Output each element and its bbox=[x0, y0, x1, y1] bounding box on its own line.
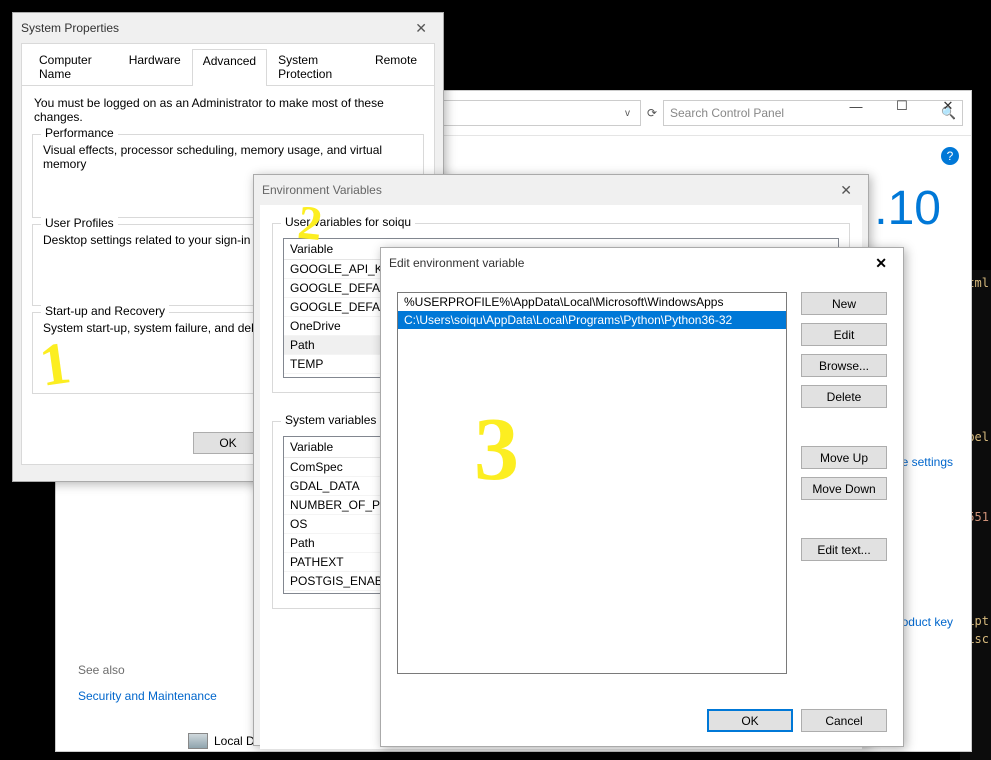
change-settings-link[interactable]: e settings bbox=[902, 455, 953, 469]
close-button[interactable]: ✕ bbox=[925, 91, 971, 121]
close-icon[interactable]: ✕ bbox=[867, 253, 895, 274]
local-disk-item[interactable]: Local Di bbox=[188, 733, 257, 749]
product-key-link[interactable]: oduct key bbox=[902, 615, 953, 629]
help-icon[interactable]: ? bbox=[941, 147, 959, 165]
new-button[interactable]: New bbox=[801, 292, 887, 315]
edit-text-button[interactable]: Edit text... bbox=[801, 538, 887, 561]
minimize-button[interactable]: — bbox=[833, 91, 879, 121]
sysprops-title: System Properties bbox=[21, 21, 119, 35]
tab-system-protection[interactable]: System Protection bbox=[267, 48, 364, 85]
edit-env-var-dialog: Edit environment variable ✕ %USERPROFILE… bbox=[380, 247, 904, 747]
list-item[interactable]: %USERPROFILE%\AppData\Local\Microsoft\Wi… bbox=[398, 293, 786, 311]
cancel-button[interactable]: Cancel bbox=[801, 709, 887, 732]
move-up-button[interactable]: Move Up bbox=[801, 446, 887, 469]
editvar-buttons: New Edit Browse... Delete Move Up Move D… bbox=[801, 292, 887, 674]
editvar-footer: OK Cancel bbox=[707, 709, 887, 732]
security-maintenance-link[interactable]: Security and Maintenance bbox=[78, 689, 217, 703]
user-vars-title: User variables for soiqu bbox=[281, 215, 415, 229]
sysprops-tabs: Computer Name Hardware Advanced System P… bbox=[22, 44, 434, 86]
move-down-button[interactable]: Move Down bbox=[801, 477, 887, 500]
drive-icon bbox=[188, 733, 208, 749]
editvar-body: %USERPROFILE%\AppData\Local\Microsoft\Wi… bbox=[381, 278, 903, 674]
performance-title: Performance bbox=[41, 126, 118, 140]
editvar-titlebar[interactable]: Edit environment variable ✕ bbox=[381, 248, 903, 278]
browse-button[interactable]: Browse... bbox=[801, 354, 887, 377]
close-icon[interactable]: ✕ bbox=[407, 18, 435, 39]
edit-button[interactable]: Edit bbox=[801, 323, 887, 346]
editvar-title: Edit environment variable bbox=[389, 256, 524, 270]
window-controls: — ☐ ✕ bbox=[833, 91, 971, 121]
see-also-label: See also bbox=[78, 663, 125, 677]
envvars-title: Environment Variables bbox=[262, 183, 382, 197]
tab-advanced[interactable]: Advanced bbox=[192, 49, 267, 86]
startup-title: Start-up and Recovery bbox=[41, 304, 169, 318]
close-icon[interactable]: ✕ bbox=[832, 180, 860, 201]
tab-remote[interactable]: Remote bbox=[364, 48, 428, 85]
list-item[interactable]: C:\Users\soiqu\AppData\Local\Programs\Py… bbox=[398, 311, 786, 329]
user-profiles-title: User Profiles bbox=[41, 216, 118, 230]
delete-button[interactable]: Delete bbox=[801, 385, 887, 408]
performance-desc: Visual effects, processor scheduling, me… bbox=[43, 143, 413, 171]
local-disk-label: Local Di bbox=[214, 734, 257, 748]
refresh-button[interactable]: ⟳ bbox=[647, 102, 657, 124]
admin-note: You must be logged on as an Administrato… bbox=[22, 86, 434, 128]
system-vars-title: System variables bbox=[281, 413, 380, 427]
path-entries-list[interactable]: %USERPROFILE%\AppData\Local\Microsoft\Wi… bbox=[397, 292, 787, 674]
tab-computer-name[interactable]: Computer Name bbox=[28, 48, 118, 85]
ok-button[interactable]: OK bbox=[707, 709, 793, 732]
sysprops-titlebar[interactable]: System Properties ✕ bbox=[13, 13, 443, 43]
maximize-button[interactable]: ☐ bbox=[879, 91, 925, 121]
tab-hardware[interactable]: Hardware bbox=[118, 48, 192, 85]
windows-edition-text: .10 bbox=[874, 181, 941, 236]
search-placeholder: Search Control Panel bbox=[670, 106, 784, 120]
envvars-titlebar[interactable]: Environment Variables ✕ bbox=[254, 175, 868, 205]
